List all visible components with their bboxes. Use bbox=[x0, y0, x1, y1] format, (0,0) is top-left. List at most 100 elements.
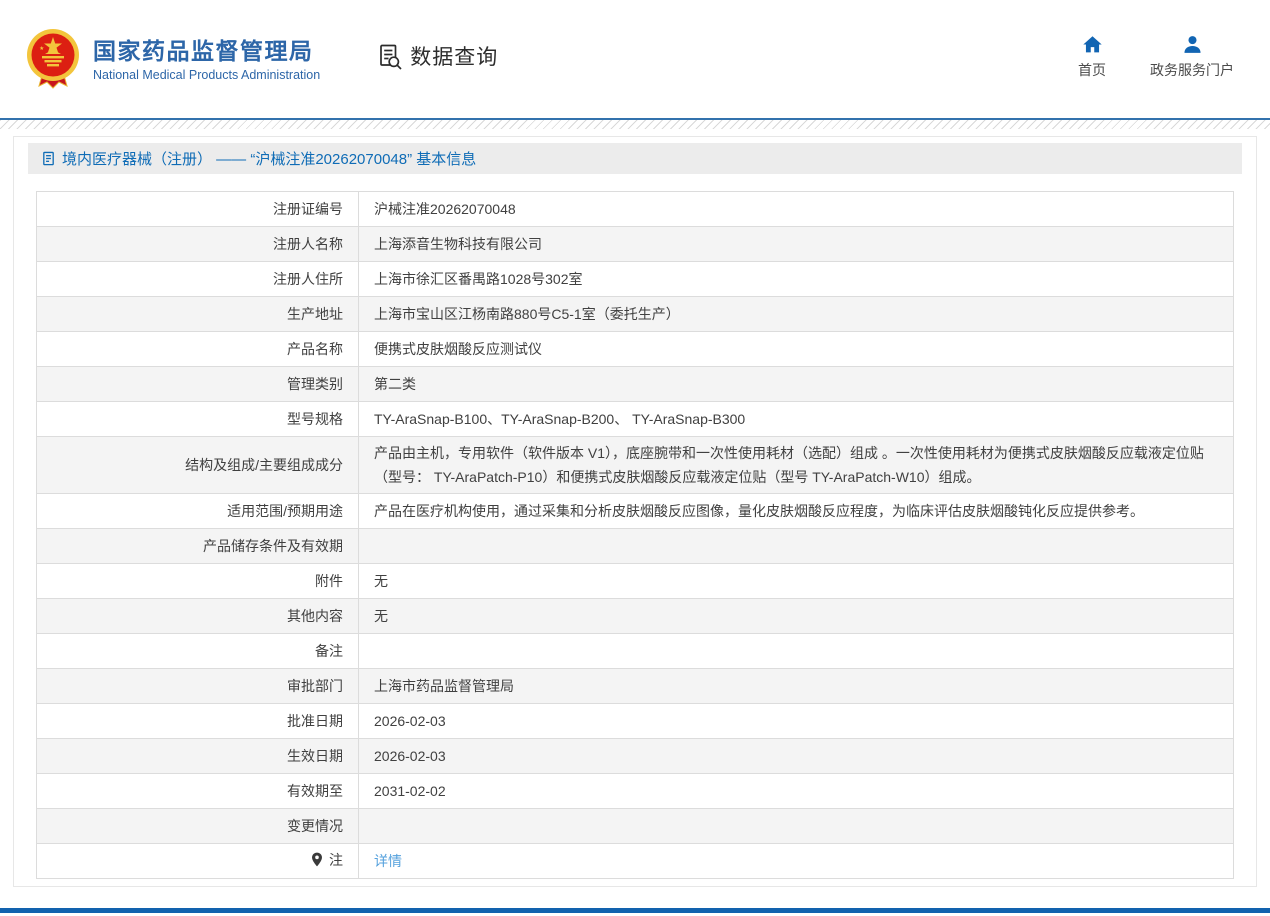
content-panel: 境内医疗器械（注册） —— “沪械注准20262070048” 基本信息 注册证… bbox=[13, 136, 1257, 887]
table-row: 附件 无 bbox=[37, 564, 1234, 599]
field-label: 注册人名称 bbox=[37, 227, 359, 262]
field-value: 详情 bbox=[359, 844, 1234, 879]
field-value: 便携式皮肤烟酸反应测试仪 bbox=[359, 332, 1234, 367]
field-label-text: 生效日期 bbox=[287, 748, 343, 764]
field-value-text: TY-AraSnap-B100、TY-AraSnap-B200、 TY-AraS… bbox=[374, 411, 745, 427]
field-label-text: 管理类别 bbox=[287, 376, 343, 392]
field-value: 第二类 bbox=[359, 367, 1234, 402]
field-value: 上海市徐汇区番禺路1028号302室 bbox=[359, 262, 1234, 297]
table-row: 管理类别 第二类 bbox=[37, 367, 1234, 402]
field-value: TY-AraSnap-B100、TY-AraSnap-B200、 TY-AraS… bbox=[359, 402, 1234, 437]
registration-info-table: 注册证编号沪械注准20262070048注册人名称上海添音生物科技有限公司注册人… bbox=[36, 191, 1234, 879]
table-row: 适用范围/预期用途 产品在医疗机构使用，通过采集和分析皮肤烟酸反应图像，量化皮肤烟… bbox=[37, 494, 1234, 529]
field-label: 结构及组成/主要组成成分 bbox=[37, 437, 359, 494]
document-search-icon bbox=[376, 43, 403, 70]
table-row: 注 详情 bbox=[37, 844, 1234, 879]
field-label: 生效日期 bbox=[37, 739, 359, 774]
location-pin-icon bbox=[311, 850, 323, 874]
table-row: 注册人住所 上海市徐汇区番禺路1028号302室 bbox=[37, 262, 1234, 297]
field-label-text: 生产地址 bbox=[287, 306, 343, 322]
field-label: 产品名称 bbox=[37, 332, 359, 367]
field-value: 2026-02-03 bbox=[359, 704, 1234, 739]
site-header: 国家药品监督管理局 National Medical Products Admi… bbox=[0, 0, 1270, 118]
field-label-text: 有效期至 bbox=[287, 783, 343, 799]
table-row: 注册证编号 沪械注准20262070048 bbox=[37, 192, 1234, 227]
table-row: 审批部门上海市药品监督管理局 bbox=[37, 669, 1234, 704]
field-label-text: 注册人名称 bbox=[273, 236, 343, 252]
field-label: 有效期至 bbox=[37, 774, 359, 809]
field-label: 生产地址 bbox=[37, 297, 359, 332]
field-label-text: 附件 bbox=[315, 573, 343, 589]
org-titles: 国家药品监督管理局 National Medical Products Admi… bbox=[93, 36, 320, 82]
field-value-text: 上海市徐汇区番禺路1028号302室 bbox=[374, 271, 583, 287]
field-label-text: 批准日期 bbox=[287, 713, 343, 729]
nmpa-logo: 国家药品监督管理局 National Medical Products Admi… bbox=[25, 28, 320, 90]
field-label: 审批部门 bbox=[37, 669, 359, 704]
field-value: 2026-02-03 bbox=[359, 739, 1234, 774]
table-row: 生产地址 上海市宝山区江杨南路880号C5-1室（委托生产） bbox=[37, 297, 1234, 332]
field-value-text: 上海市宝山区江杨南路880号C5-1室（委托生产） bbox=[374, 306, 680, 322]
field-label: 批准日期 bbox=[37, 704, 359, 739]
nav-home-label: 首页 bbox=[1078, 60, 1106, 80]
field-value bbox=[359, 529, 1234, 564]
field-value-text: 便携式皮肤烟酸反应测试仪 bbox=[374, 341, 542, 357]
field-value-text: 2026-02-03 bbox=[374, 748, 446, 764]
table-row: 批准日期 2026-02-03 bbox=[37, 704, 1234, 739]
field-label-text: 型号规格 bbox=[287, 411, 343, 427]
field-value: 产品由主机，专用软件（软件版本 V1），底座腕带和一次性使用耗材（选配）组成 。… bbox=[359, 437, 1234, 494]
field-label-text: 注册证编号 bbox=[273, 201, 343, 217]
field-label: 型号规格 bbox=[37, 402, 359, 437]
nav-portal[interactable]: 政务服务门户 bbox=[1150, 34, 1234, 80]
field-label-text: 适用范围/预期用途 bbox=[227, 503, 343, 519]
home-icon bbox=[1082, 34, 1103, 55]
field-label-text: 注册人住所 bbox=[273, 271, 343, 287]
field-label: 管理类别 bbox=[37, 367, 359, 402]
field-label-text: 其他内容 bbox=[287, 608, 343, 624]
field-label-text: 注 bbox=[329, 852, 343, 868]
field-label: 适用范围/预期用途 bbox=[37, 494, 359, 529]
document-icon bbox=[41, 151, 56, 166]
field-value-text: 产品由主机，专用软件（软件版本 V1），底座腕带和一次性使用耗材（选配）组成 。… bbox=[374, 445, 1204, 485]
field-value-text: 2026-02-03 bbox=[374, 713, 446, 729]
table-row: 生效日期 2026-02-03 bbox=[37, 739, 1234, 774]
table-row: 结构及组成/主要组成成分 产品由主机，专用软件（软件版本 V1），底座腕带和一次性… bbox=[37, 437, 1234, 494]
field-value: 上海市宝山区江杨南路880号C5-1室（委托生产） bbox=[359, 297, 1234, 332]
field-value-text: 沪械注准20262070048 bbox=[374, 201, 516, 217]
field-label: 注 bbox=[37, 844, 359, 879]
field-value bbox=[359, 809, 1234, 844]
field-value-text: 上海添音生物科技有限公司 bbox=[374, 236, 542, 252]
field-value: 产品在医疗机构使用，通过采集和分析皮肤烟酸反应图像，量化皮肤烟酸反应程度，为临床… bbox=[359, 494, 1234, 529]
table-row: 备注 bbox=[37, 634, 1234, 669]
footer-blue-bar bbox=[0, 908, 1270, 913]
field-value-text: 第二类 bbox=[374, 376, 416, 392]
field-value-text: 2031-02-02 bbox=[374, 783, 446, 799]
table-row: 型号规格 TY-AraSnap-B100、TY-AraSnap-B200、 TY-… bbox=[37, 402, 1234, 437]
org-title-en: National Medical Products Administration bbox=[93, 68, 320, 82]
detail-link[interactable]: 详情 bbox=[374, 853, 402, 869]
top-nav: 首页 政务服务门户 bbox=[1078, 34, 1234, 80]
field-label-text: 审批部门 bbox=[287, 678, 343, 694]
data-query-label: 数据查询 bbox=[410, 41, 498, 71]
field-label: 注册证编号 bbox=[37, 192, 359, 227]
field-label: 产品储存条件及有效期 bbox=[37, 529, 359, 564]
field-label-text: 产品名称 bbox=[287, 341, 343, 357]
page-title-bar: 境内医疗器械（注册） —— “沪械注准20262070048” 基本信息 bbox=[28, 143, 1242, 174]
field-value bbox=[359, 634, 1234, 669]
table-row: 变更情况 bbox=[37, 809, 1234, 844]
table-row: 其他内容无 bbox=[37, 599, 1234, 634]
table-row: 有效期至 2031-02-02 bbox=[37, 774, 1234, 809]
table-row: 注册人名称 上海添音生物科技有限公司 bbox=[37, 227, 1234, 262]
field-label-text: 结构及组成/主要组成成分 bbox=[185, 457, 343, 473]
org-title-cn: 国家药品监督管理局 bbox=[93, 36, 320, 66]
table-row: 产品名称 便携式皮肤烟酸反应测试仪 bbox=[37, 332, 1234, 367]
field-value: 2031-02-02 bbox=[359, 774, 1234, 809]
field-value: 沪械注准20262070048 bbox=[359, 192, 1234, 227]
field-label-text: 备注 bbox=[315, 643, 343, 659]
field-value-text: 产品在医疗机构使用，通过采集和分析皮肤烟酸反应图像，量化皮肤烟酸反应程度，为临床… bbox=[374, 503, 1144, 519]
table-row: 产品储存条件及有效期 bbox=[37, 529, 1234, 564]
field-label: 备注 bbox=[37, 634, 359, 669]
field-label-text: 变更情况 bbox=[287, 818, 343, 834]
nav-home[interactable]: 首页 bbox=[1078, 34, 1106, 80]
field-value-text: 无 bbox=[374, 573, 388, 589]
field-value: 无 bbox=[359, 564, 1234, 599]
